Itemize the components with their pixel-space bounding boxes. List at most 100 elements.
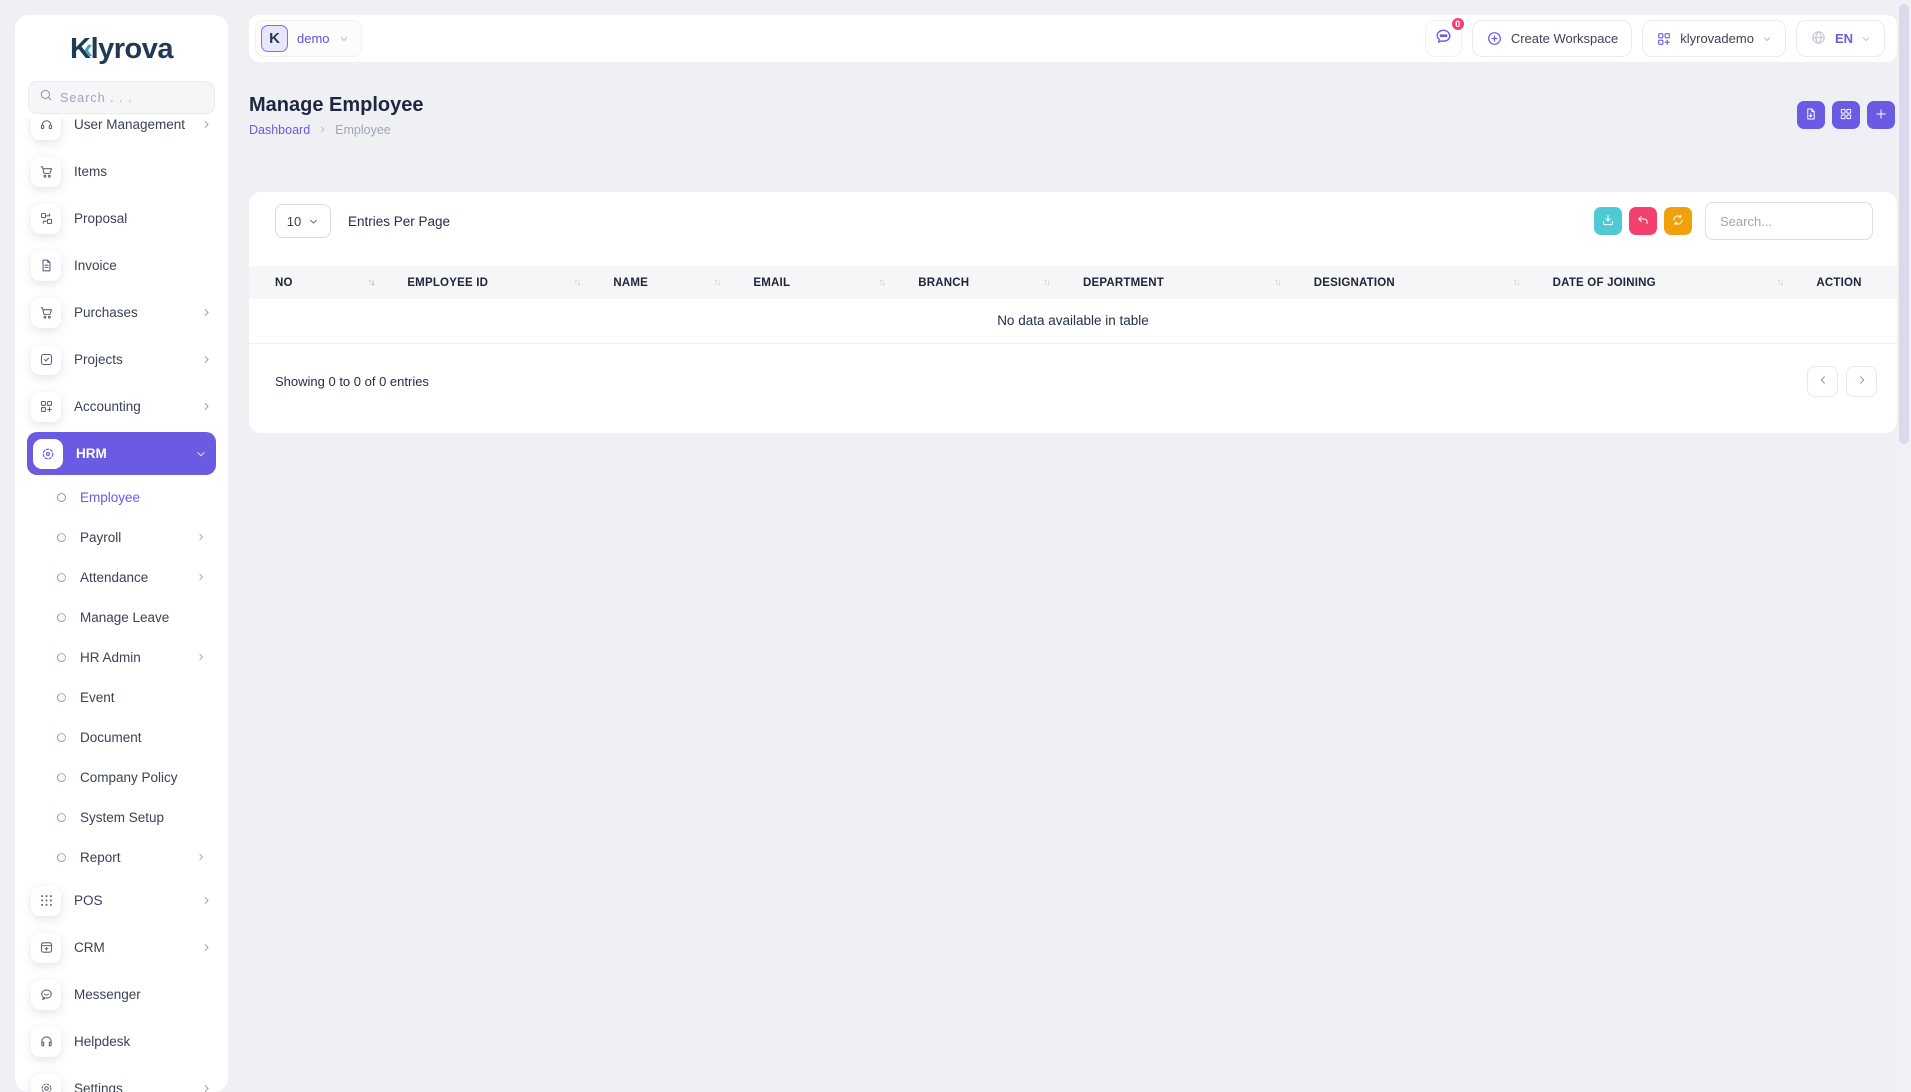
workspace-selector[interactable]: K demo — [255, 20, 362, 57]
export-button[interactable] — [1594, 207, 1622, 235]
column-header-department[interactable]: DEPARTMENT↑↓ — [1073, 266, 1304, 299]
submenu-item-document[interactable]: Document — [15, 717, 228, 757]
sidebar-item-user-management[interactable]: User Management — [15, 118, 228, 148]
employee-table-card: 10 Entries Per Page NO↑↓ EMPLOYEE ID↑↓ N… — [249, 192, 1897, 433]
bullet-icon — [57, 493, 66, 502]
previous-page-button[interactable] — [1807, 366, 1838, 397]
page-scrollbar[interactable] — [1897, 0, 1911, 1092]
column-header-email[interactable]: EMAIL↑↓ — [743, 266, 908, 299]
sidebar-item-crm[interactable]: CRM — [15, 924, 228, 971]
sidebar: K‹lyrova User Management Items Proposal … — [15, 15, 228, 1092]
empty-table-row: No data available in table — [249, 299, 1897, 343]
bullet-icon — [57, 693, 66, 702]
submenu-item-hr-admin[interactable]: HR Admin — [15, 637, 228, 677]
file-icon — [31, 251, 61, 281]
sort-icon: ↑↓ — [713, 277, 719, 288]
chevron-down-icon — [1861, 34, 1871, 44]
chevron-down-icon — [1762, 34, 1772, 44]
add-employee-button[interactable] — [1867, 101, 1895, 129]
bullet-icon — [57, 573, 66, 582]
create-workspace-button[interactable]: Create Workspace — [1472, 20, 1632, 57]
submenu-item-label: Event — [80, 690, 115, 705]
submenu-item-label: System Setup — [80, 810, 164, 825]
download-icon — [1601, 213, 1615, 230]
brand-rest: lyrova — [91, 33, 173, 66]
bullet-icon — [57, 773, 66, 782]
column-header-employee-id[interactable]: EMPLOYEE ID↑↓ — [397, 266, 603, 299]
bullet-icon — [57, 653, 66, 662]
submenu-item-manage-leave[interactable]: Manage Leave — [15, 597, 228, 637]
topbar: K demo 0 Create Workspace klyrovademo EN — [249, 15, 1897, 62]
grid-dots-icon — [31, 886, 61, 916]
page-actions — [1797, 101, 1895, 129]
submenu-item-label: Manage Leave — [80, 610, 169, 625]
entries-per-page-label: Entries Per Page — [348, 214, 450, 229]
sort-icon: ↑↓ — [573, 277, 579, 288]
next-page-button[interactable] — [1846, 366, 1877, 397]
column-header-designation[interactable]: DESIGNATION↑↓ — [1304, 266, 1543, 299]
cart-icon — [31, 157, 61, 187]
bullet-icon — [57, 813, 66, 822]
grid-view-button[interactable] — [1832, 101, 1860, 129]
sidebar-item-label: Invoice — [74, 258, 117, 273]
entries-per-page-select[interactable]: 10 — [275, 204, 331, 238]
sidebar-item-proposal[interactable]: Proposal — [15, 195, 228, 242]
chevron-right-icon — [201, 895, 212, 906]
sidebar-item-items[interactable]: Items — [15, 148, 228, 195]
table-controls: 10 Entries Per Page — [249, 192, 1897, 240]
undo-button[interactable] — [1629, 207, 1657, 235]
submenu-item-report[interactable]: Report — [15, 837, 228, 877]
refresh-button[interactable] — [1664, 207, 1692, 235]
sidebar-search-input[interactable] — [60, 91, 204, 105]
workspace-name: demo — [297, 31, 330, 46]
sidebar-item-messenger[interactable]: Messenger — [15, 971, 228, 1018]
bullet-icon — [57, 533, 66, 542]
sidebar-item-helpdesk[interactable]: Helpdesk — [15, 1018, 228, 1065]
submenu-item-event[interactable]: Event — [15, 677, 228, 717]
messages-button[interactable]: 0 — [1425, 20, 1462, 57]
breadcrumb: Dashboard Employee — [249, 123, 424, 137]
table-search-input[interactable] — [1705, 202, 1873, 240]
chevron-left-icon — [1817, 374, 1829, 389]
breadcrumb-dashboard-link[interactable]: Dashboard — [249, 123, 310, 137]
sidebar-item-projects[interactable]: Projects — [15, 336, 228, 383]
sidebar-item-purchases[interactable]: Purchases — [15, 289, 228, 336]
sidebar-item-hrm[interactable]: HRM — [15, 430, 228, 477]
column-header-no[interactable]: NO↑↓ — [249, 266, 397, 299]
column-header-date-of-joining[interactable]: DATE OF JOINING↑↓ — [1543, 266, 1807, 299]
sidebar-item-label: User Management — [74, 118, 185, 132]
sidebar-item-label: Settings — [74, 1081, 123, 1092]
submenu-item-company-policy[interactable]: Company Policy — [15, 757, 228, 797]
sidebar-search[interactable] — [28, 81, 215, 114]
bullet-icon — [57, 733, 66, 742]
sidebar-item-pos[interactable]: POS — [15, 877, 228, 924]
submenu-item-attendance[interactable]: Attendance — [15, 557, 228, 597]
brand-logo: K‹lyrova — [15, 15, 228, 67]
undo-icon — [1636, 213, 1650, 230]
import-button[interactable] — [1797, 101, 1825, 129]
column-header-name[interactable]: NAME↑↓ — [603, 266, 743, 299]
chevron-right-icon — [201, 119, 212, 130]
table-footer: Showing 0 to 0 of 0 entries — [249, 344, 1897, 397]
language-selector[interactable]: EN — [1796, 20, 1885, 57]
sidebar-item-label: Proposal — [74, 211, 127, 226]
submenu-item-payroll[interactable]: Payroll — [15, 517, 228, 557]
file-import-icon — [1804, 107, 1818, 124]
plus-icon — [1874, 107, 1888, 124]
scrollbar-thumb[interactable] — [1899, 4, 1909, 444]
sidebar-item-label: Projects — [74, 352, 123, 367]
submenu-item-employee[interactable]: Employee — [15, 477, 228, 517]
headphones-icon — [31, 1027, 61, 1057]
chevron-right-icon — [201, 942, 212, 953]
sidebar-item-label: CRM — [74, 940, 105, 955]
submenu-item-system-setup[interactable]: System Setup — [15, 797, 228, 837]
sidebar-item-settings[interactable]: Settings — [15, 1065, 228, 1092]
gear-icon — [31, 1074, 61, 1092]
column-header-branch[interactable]: BRANCH↑↓ — [908, 266, 1073, 299]
sidebar-item-label: POS — [74, 893, 103, 908]
sidebar-item-accounting[interactable]: Accounting — [15, 383, 228, 430]
account-menu-button[interactable]: klyrovademo — [1642, 20, 1786, 57]
check-square-icon — [31, 345, 61, 375]
chevron-right-icon — [196, 532, 206, 542]
sidebar-item-invoice[interactable]: Invoice — [15, 242, 228, 289]
